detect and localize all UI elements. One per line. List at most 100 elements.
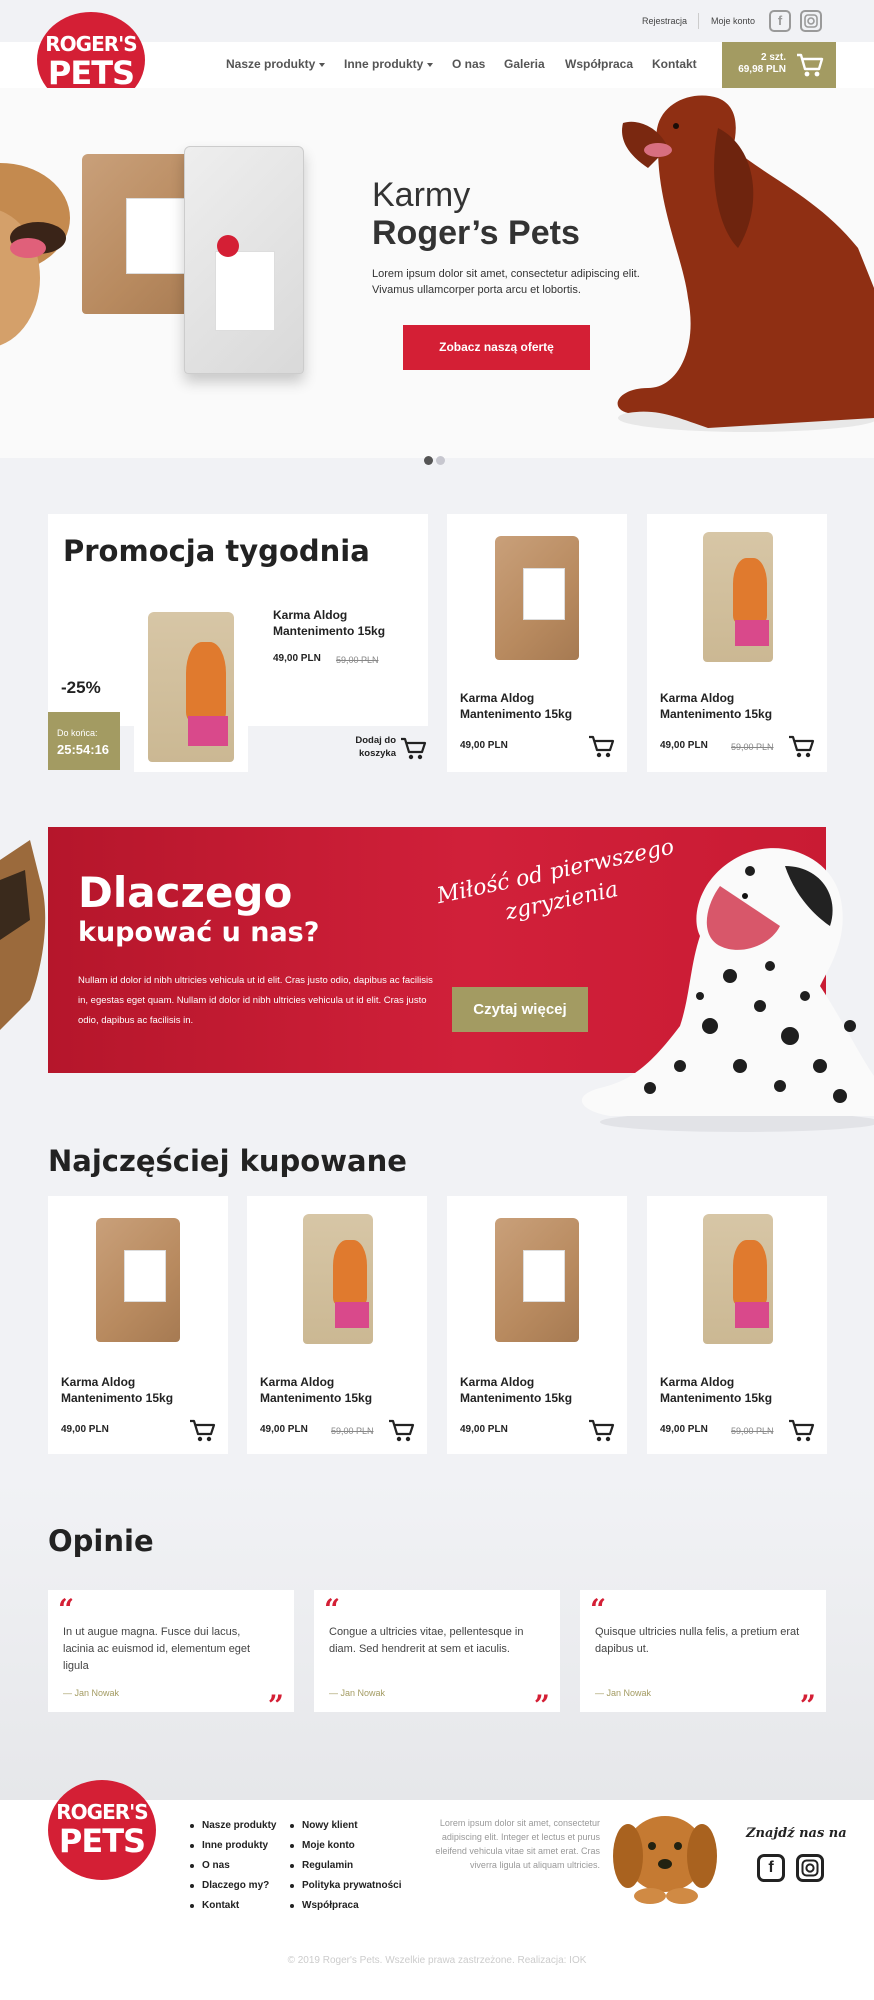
quote-open-icon: “: [58, 1593, 75, 1626]
product-bag-image: [184, 146, 304, 374]
divider: [698, 13, 699, 29]
nav-other-products[interactable]: Inne produkty: [344, 57, 434, 71]
nav-label: Nasze produkty: [226, 57, 316, 71]
product-card[interactable]: Karma Aldog Mantenimento 15kg 49,00 PLN …: [247, 1196, 427, 1454]
dog-image: [0, 163, 70, 346]
footer-link[interactable]: Polityka prywatności: [290, 1880, 401, 1891]
product-name[interactable]: Karma Aldog Mantenimento 15kg: [61, 1374, 211, 1406]
quote-open-icon: “: [324, 1593, 341, 1626]
cart-summary: 2 szt. 69,98 PLN: [738, 52, 786, 76]
promo-title: Promocja tygodnia: [63, 534, 370, 568]
product-card[interactable]: Karma Aldog Mantenimento 15kg 49,00 PLN …: [647, 1196, 827, 1454]
nav-label: Inne produkty: [344, 57, 424, 71]
footer-link[interactable]: Inne produkty: [190, 1840, 276, 1851]
footer-link[interactable]: O nas: [190, 1860, 276, 1871]
product-bag-image: [495, 536, 579, 660]
slider-dot-active[interactable]: [424, 456, 433, 465]
review-author: — Jan Nowak: [63, 1688, 120, 1698]
footer-link[interactable]: Współpraca: [290, 1900, 401, 1911]
footer-link[interactable]: Moje konto: [290, 1840, 401, 1851]
why-text: Nullam id dolor id nibh ultricies vehicu…: [78, 975, 433, 1026]
product-name[interactable]: Karma Aldog Mantenimento 15kg: [460, 690, 610, 722]
why-title: Dlaczego: [78, 868, 293, 917]
logo-text-bottom: PETS: [47, 54, 135, 92]
product-name[interactable]: Karma Aldog Mantenimento 15kg: [460, 1374, 610, 1406]
product-price: 49,00 PLN: [460, 1424, 508, 1435]
product-card[interactable]: Karma Aldog Mantenimento 15kg 49,00 PLN …: [647, 514, 827, 772]
cart-icon[interactable]: [400, 736, 428, 760]
footer-logo[interactable]: ROGER'S PETS: [48, 1780, 156, 1880]
quote-close-icon: ”: [799, 1689, 816, 1722]
product-card[interactable]: Karma Aldog Mantenimento 15kg 49,00 PLN: [447, 1196, 627, 1454]
cart-icon[interactable]: [388, 1418, 416, 1442]
footer-description: Lorem ipsum dolor sit amet, consectetur …: [435, 1818, 600, 1870]
cart-icon[interactable]: [588, 1418, 616, 1442]
nav-gallery[interactable]: Galeria: [504, 57, 545, 71]
quote-close-icon: ”: [267, 1689, 284, 1722]
dalmatian-image: [581, 848, 874, 1132]
find-us-label: Znajdź nas na: [746, 1826, 847, 1841]
product-price: 49,00 PLN: [660, 1424, 708, 1435]
review-text: In ut augue magna. Fusce dui lacus, laci…: [63, 1626, 251, 1672]
shepherd-dog-image: [0, 840, 46, 1030]
product-card[interactable]: Karma Aldog Mantenimento 15kg 49,00 PLN: [48, 1196, 228, 1454]
footer-links-primary: Nasze produkty Inne produkty O nas Dlacz…: [190, 1820, 276, 1920]
instagram-icon[interactable]: [796, 1854, 824, 1882]
product-bag-image: [148, 612, 234, 762]
nav-contact[interactable]: Kontakt: [652, 57, 697, 71]
product-old-price: 59,00 PLN: [731, 742, 774, 752]
product-bag-image: [703, 532, 773, 662]
footer-link[interactable]: Regulamin: [290, 1860, 401, 1871]
review-author: — Jan Nowak: [595, 1688, 652, 1698]
reviews-title: Opinie: [48, 1524, 154, 1558]
bag-art: [733, 558, 767, 622]
chevron-down-icon: [319, 62, 326, 67]
nav-products[interactable]: Nasze produkty: [226, 57, 326, 71]
review-card: “ In ut augue magna. Fusce dui lacus, la…: [48, 1590, 294, 1720]
bag-label: [523, 1250, 565, 1302]
footer-link[interactable]: Nasze produkty: [190, 1820, 276, 1831]
review-card: “ Quisque ultricies nulla felis, a preti…: [580, 1590, 826, 1720]
promo-price: 49,00 PLN: [273, 653, 321, 664]
nav-about[interactable]: O nas: [452, 57, 485, 71]
product-price: 49,00 PLN: [61, 1424, 109, 1435]
promo-image-frame[interactable]: [134, 600, 248, 772]
facebook-icon[interactable]: f: [757, 1854, 785, 1882]
footer-link[interactable]: Kontakt: [190, 1900, 276, 1911]
product-name[interactable]: Karma Aldog Mantenimento 15kg: [660, 690, 810, 722]
product-name[interactable]: Karma Aldog Mantenimento 15kg: [660, 1374, 810, 1406]
register-link[interactable]: Rejestracja: [642, 16, 687, 26]
hero-title: Karmy Roger’s Pets: [372, 176, 580, 252]
hero-title-light: Karmy: [372, 176, 471, 214]
bag-art: [186, 642, 226, 720]
cart-icon[interactable]: [588, 734, 616, 758]
nav-cooperation[interactable]: Współpraca: [565, 57, 633, 71]
product-card[interactable]: Karma Aldog Mantenimento 15kg 49,00 PLN: [447, 514, 627, 772]
bag-label: [126, 198, 188, 274]
product-bag-image: [303, 1214, 373, 1344]
setter-dog-image: [617, 95, 874, 432]
slider-dot[interactable]: [436, 456, 445, 465]
product-price: 49,00 PLN: [260, 1424, 308, 1435]
footer-link[interactable]: Nowy klient: [290, 1820, 401, 1831]
cart-icon: [797, 53, 824, 77]
facebook-icon[interactable]: f: [769, 10, 791, 32]
footer-link[interactable]: Dlaczego my?: [190, 1880, 276, 1891]
cart-icon[interactable]: [788, 734, 816, 758]
bag-stripe: [188, 716, 228, 746]
why-subtitle: kupować u nas?: [78, 917, 320, 948]
product-name[interactable]: Karma Aldog Mantenimento 15kg: [260, 1374, 410, 1406]
see-offer-button[interactable]: Zobacz naszą ofertę: [403, 325, 590, 370]
add-to-cart-label[interactable]: Dodaj do koszyka: [330, 734, 396, 760]
instagram-icon[interactable]: [800, 10, 822, 32]
product-bag-image: [96, 1218, 180, 1342]
hero-title-bold: Roger’s Pets: [372, 214, 580, 252]
logo-text-bottom: PETS: [58, 1822, 146, 1860]
cart-button[interactable]: 2 szt. 69,98 PLN: [722, 42, 836, 88]
product-old-price: 59,00 PLN: [331, 1426, 374, 1436]
cart-icon[interactable]: [189, 1418, 217, 1442]
account-link[interactable]: Moje konto: [711, 16, 755, 26]
cart-icon[interactable]: [788, 1418, 816, 1442]
promo-product-name[interactable]: Karma Aldog Mantenimento 15kg: [273, 607, 413, 639]
bag-label: [523, 568, 565, 620]
